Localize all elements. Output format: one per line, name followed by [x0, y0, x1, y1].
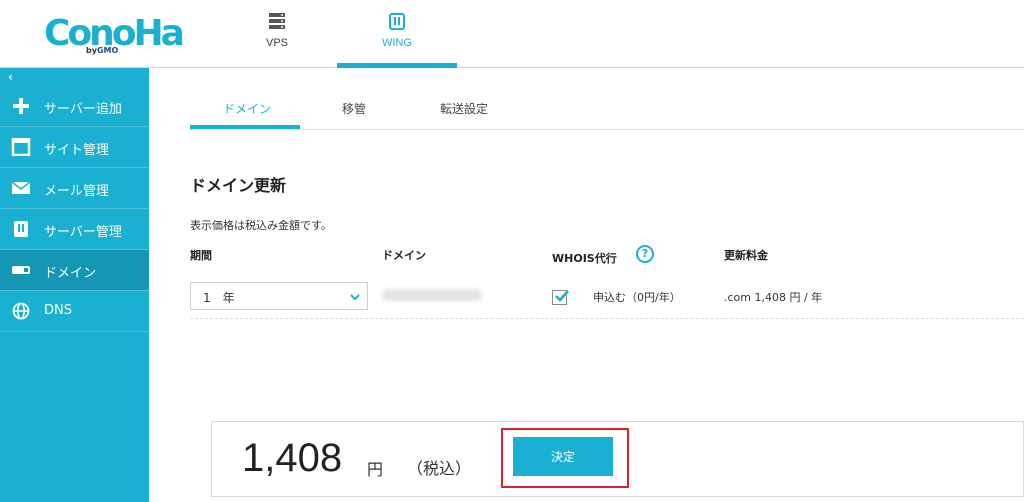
sidebar-item-label: サーバー管理	[44, 225, 122, 240]
server-manage-icon	[14, 221, 28, 237]
subtab-forwarding[interactable]: 転送設定	[440, 100, 488, 117]
sidebar-item-label: サーバー追加	[44, 102, 122, 117]
renewal-fee: .com 1,408 円 / 年	[724, 291, 823, 304]
mail-icon	[11, 181, 31, 194]
subtab-active-underline	[190, 125, 300, 129]
sidebar: ‹ サーバー追加 サイト管理 メール管理 サーバー管理 ドメイン DNS	[0, 68, 149, 502]
domain-icon	[12, 266, 30, 274]
tab-wing-underline	[337, 63, 457, 68]
sidebar-item-mail-manage[interactable]: メール管理	[0, 168, 149, 209]
total-bar: 1,408 円 （税込） 決定	[211, 421, 1024, 497]
page-title: ドメイン更新	[190, 176, 287, 195]
chevron-down-icon	[350, 294, 360, 301]
decide-button[interactable]: 決定	[513, 437, 613, 476]
total-unit: 円	[367, 460, 384, 479]
tax-note: 表示価格は税込み金額です。	[190, 219, 332, 232]
logo-byline: byGMO	[86, 46, 119, 55]
help-icon[interactable]: ?	[636, 245, 654, 263]
sidebar-item-label: メール管理	[44, 184, 110, 199]
plus-icon	[13, 98, 29, 114]
top-header: ConoHa byGMO VPS WING	[0, 0, 1024, 68]
total-amount: 1,408	[242, 436, 343, 480]
sidebar-item-site-manage[interactable]: サイト管理	[0, 127, 149, 168]
collapse-sidebar-icon[interactable]: ‹	[8, 70, 13, 84]
whois-checkbox[interactable]	[552, 290, 569, 305]
conoha-logo[interactable]: ConoHa byGMO	[44, 14, 185, 58]
sidebar-item-domain[interactable]: ドメイン	[0, 250, 149, 291]
window-icon	[11, 138, 31, 156]
tab-vps-label: VPS	[265, 37, 288, 49]
column-header-domain: ドメイン	[382, 249, 426, 262]
subtab-bar: ドメイン 移管 転送設定	[190, 86, 1024, 130]
subtab-transfer[interactable]: 移管	[342, 100, 366, 117]
wing-icon	[389, 13, 405, 30]
tab-vps[interactable]: VPS	[217, 0, 337, 68]
globe-icon	[12, 302, 30, 320]
total-tax-note: （税込）	[407, 459, 472, 478]
period-select-value: 1 年	[203, 291, 235, 305]
checkmark-icon	[555, 290, 569, 302]
column-header-whois: WHOIS代行	[552, 252, 617, 265]
sidebar-item-dns[interactable]: DNS	[0, 291, 149, 332]
whois-option-label: 申込む（0円/年）	[593, 291, 681, 304]
sidebar-item-add-server[interactable]: サーバー追加	[0, 86, 149, 127]
tab-wing[interactable]: WING	[337, 0, 457, 68]
period-select[interactable]: 1 年	[190, 282, 368, 310]
sidebar-item-label: サイト管理	[44, 143, 110, 158]
server-icon	[269, 13, 285, 29]
domain-name-blurred	[382, 289, 482, 301]
subtab-domain[interactable]: ドメイン	[223, 100, 271, 117]
sidebar-item-server-manage[interactable]: サーバー管理	[0, 209, 149, 250]
tab-wing-label: WING	[382, 37, 412, 49]
sidebar-item-label: DNS	[44, 303, 72, 318]
column-header-period: 期間	[190, 249, 212, 262]
sidebar-item-label: ドメイン	[44, 266, 97, 281]
column-header-fee: 更新料金	[724, 249, 768, 262]
row-divider	[190, 318, 1024, 319]
